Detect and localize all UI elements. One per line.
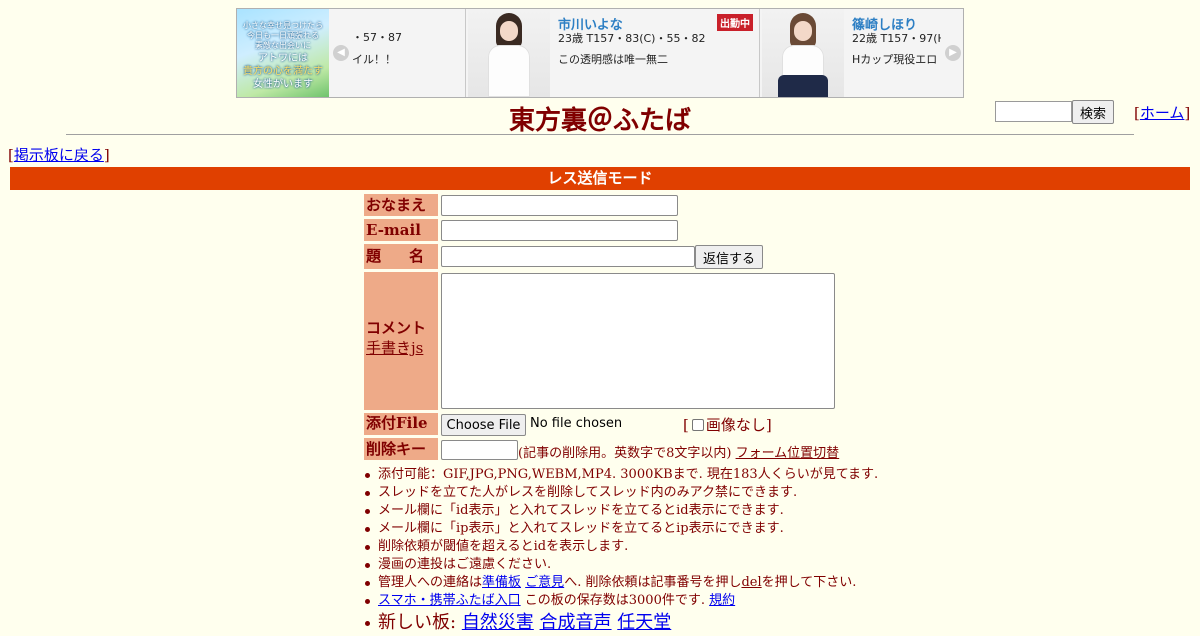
choose-file-button[interactable]: Choose File [441,414,526,436]
card-desc: Hカップ現役エロ [852,53,938,66]
email-field[interactable] [441,220,678,241]
card-spec: 22歳 T157・97(H) [852,32,941,45]
search-button[interactable]: 検索 [1072,100,1114,124]
card-photo[interactable] [468,9,550,97]
list-item: 削除依頼が閾値を超えるとidを表示します. [364,538,878,556]
ad-banner[interactable]: 小さな幸せ見つけたら 今日も一日頑張れる 素敵な出会いに アトワには 貴方の心を… [236,8,964,98]
list-item: メール欄に「id表示」と入れてスレッドを立てるとid表示にできます. [364,502,878,520]
list-item: 新しい板: 自然災害 合成音声 任天堂 [364,610,878,636]
delete-key-field[interactable] [441,440,518,460]
note-text: へ. 削除依頼は記事番号を押し [564,575,742,590]
no-image-checkbox[interactable] [691,419,704,431]
delete-key-label: 削除キー [364,438,438,460]
list-item: スレッドを立てた人がレスを削除してスレッド内のみアク禁にできます. [364,484,878,502]
file-label: 添付File [364,413,438,435]
banner-card[interactable]: 市川いよな 出勤中 23歳 T157・83(C)・55・82 この透明感は唯一無… [465,9,759,97]
handwriting-link[interactable]: 手書きjs [366,338,438,358]
card-spec: 23歳 T157・83(C)・55・82 [558,32,706,45]
form-position-toggle-link[interactable]: フォーム位置切替 [736,446,840,461]
mobile-entrance-link[interactable]: スマホ・携帯ふたば入口 [378,593,521,608]
comment-textarea[interactable] [441,273,835,409]
delete-key-note: (記事の削除用。英数字で8文字以内) フォーム位置切替 [518,442,839,461]
no-image-label[interactable]: 画像なし [706,416,766,434]
reply-submit-button[interactable]: 返信する [695,245,763,269]
subject-label: 題名 [364,244,438,269]
note-text: 管理人への連絡は [378,575,483,590]
ad-line: 今日も一日頑張れる [247,31,319,40]
name-field[interactable] [441,195,678,216]
back-link-wrap: [掲示板に戻る] [8,146,110,164]
comment-label: コメント 手書きjs [364,272,438,410]
no-image-option: [画像なし] [683,416,772,434]
ad-line: 女性がいます [253,79,313,90]
chevron-left-icon[interactable]: ◀ [333,45,349,61]
board-notes: 添付可能：GIF,JPG,PNG,WEBM,MP4. 3000KBまで. 現在1… [364,466,879,636]
banner-ad-image[interactable]: 小さな幸せ見つけたら 今日も一日頑張れる 素敵な出会いに アトワには 貴方の心を… [237,9,329,97]
banner-card[interactable]: 篠崎しほり 22歳 T157・97(H) Hカップ現役エロ [759,9,941,97]
list-item: 管理人への連絡は準備板 ご意見へ. 削除依頼は記事番号を押しdelを押して下さい… [364,574,878,592]
name-label: おなまえ [364,194,438,216]
home-link-wrap: [ホーム] [1134,104,1191,122]
ad-line: 素敵な出会いに [255,41,311,50]
list-item: メール欄に「ip表示」と入れてスレッドを立てるとip表示にできます. [364,520,878,538]
del-link[interactable]: del [741,575,761,590]
chevron-right-icon[interactable]: ▶ [945,45,961,61]
home-link[interactable]: ホーム [1140,104,1185,122]
note-text: この板の保存数は3000件です. [524,593,705,608]
ad-line: 貴方の心を満たす [243,66,323,77]
list-item: 添付可能：GIF,JPG,PNG,WEBM,MP4. 3000KBまで. 現在1… [364,467,879,482]
reply-mode-bar: レス送信モード [10,167,1190,190]
subject-label-text: 題名 [366,247,453,265]
status-badge: 出勤中 [717,14,753,31]
card-photo[interactable] [762,9,844,97]
terms-link[interactable]: 規約 [709,593,735,608]
banner-ad-text: 小さな幸せ見つけたら 今日も一日頑張れる 素敵な出会いに アトワには 貴方の心を… [243,21,323,90]
back-to-board-link[interactable]: 掲示板に戻る [14,146,104,164]
feedback-link[interactable]: ご意見 [525,575,564,590]
search-input[interactable] [995,101,1072,122]
card-desc: この透明感は唯一無二 [558,53,668,66]
delete-key-hint: (記事の削除用。英数字で8文字以内) [518,446,732,461]
ad-line: アトワには [258,53,308,64]
list-item: 漫画の連投はご遠慮ください. [364,556,878,574]
prep-board-link[interactable]: 準備板 [482,575,521,590]
email-label: E-mail [364,219,438,241]
comment-label-text: コメント [366,319,427,337]
file-status: No file chosen [530,416,623,431]
list-item: スマホ・携帯ふたば入口 この板の保存数は3000件です. 規約 [364,592,878,610]
subject-field[interactable] [441,246,695,267]
prev-card-spec: ・57・87 [352,31,402,44]
ad-line: 小さな幸せ見つけたら [243,21,323,30]
note-text: を押して下さい. [761,575,857,590]
prev-card-desc: イル！！ [352,53,396,66]
header-divider [66,134,1134,135]
